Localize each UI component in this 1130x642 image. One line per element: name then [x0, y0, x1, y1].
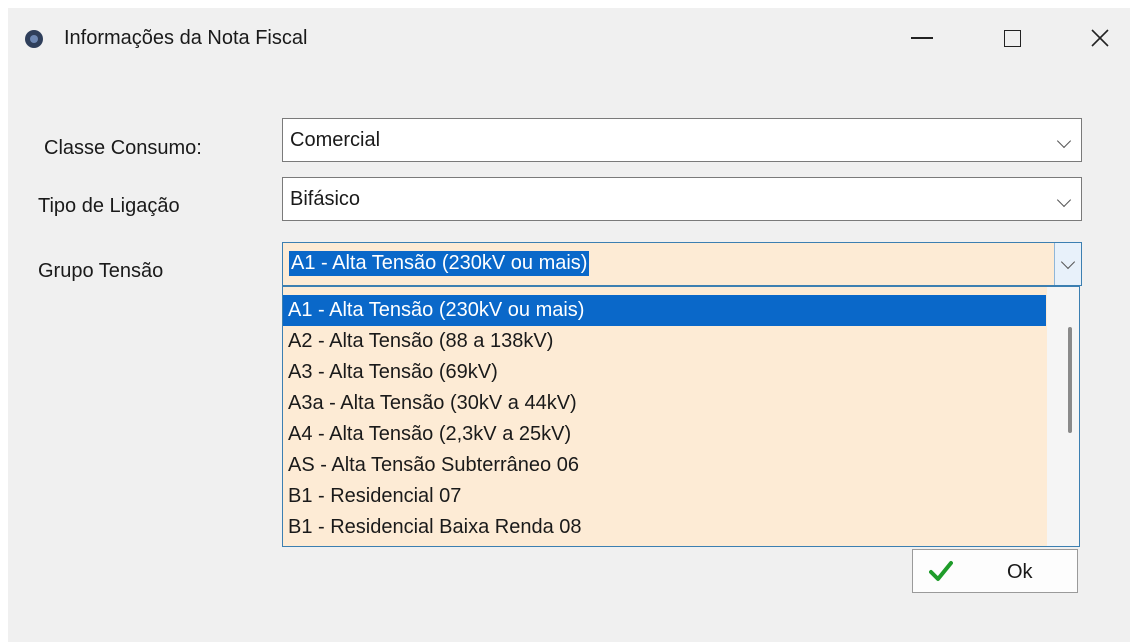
list-item[interactable]: A3 - Alta Tensão (69kV) — [283, 357, 1046, 388]
chevron-down-icon — [1056, 192, 1072, 208]
grupo-tensao-label: Grupo Tensão — [38, 260, 164, 282]
minimize-icon — [911, 37, 933, 39]
tipo-ligacao-label: Tipo de Ligação — [38, 195, 180, 217]
ok-button-label: Ok — [1007, 561, 1033, 583]
close-button[interactable] — [1078, 18, 1122, 58]
chevron-down-icon — [1056, 133, 1072, 149]
list-item[interactable]: A1 - Alta Tensão (230kV ou mais) — [283, 295, 1046, 326]
maximize-icon — [1003, 29, 1021, 47]
classe-consumo-select[interactable]: Comercial — [282, 118, 1082, 162]
ok-button[interactable]: Ok — [912, 549, 1078, 593]
tipo-ligacao-select[interactable]: Bifásico — [282, 177, 1082, 221]
close-icon — [1091, 29, 1109, 47]
chevron-down-icon — [1060, 254, 1076, 270]
list-item[interactable]: B1 - Residencial 07 — [283, 481, 1046, 512]
list-item[interactable]: A4 - Alta Tensão (2,3kV a 25kV) — [283, 419, 1046, 450]
window-title: Informações da Nota Fiscal — [64, 27, 308, 49]
classe-consumo-label: Classe Consumo: — [44, 137, 202, 159]
scrollbar-thumb[interactable] — [1068, 327, 1072, 433]
list-item[interactable]: A2 - Alta Tensão (88 a 138kV) — [283, 326, 1046, 357]
app-icon — [25, 30, 43, 48]
list-item[interactable]: B1 - Residencial Baixa Renda 08 — [283, 512, 1046, 543]
tipo-ligacao-value: Bifásico — [290, 188, 361, 210]
minimize-button[interactable] — [900, 18, 944, 58]
dialog-window: Informações da Nota Fiscal Classe Consum… — [8, 8, 1130, 642]
checkmark-icon — [929, 561, 953, 581]
maximize-button[interactable] — [990, 18, 1034, 58]
list-item[interactable]: AS - Alta Tensão Subterrâneo 06 — [283, 450, 1046, 481]
grupo-tensao-value: A1 - Alta Tensão (230kV ou mais) — [289, 251, 590, 276]
dropdown-scrollbar[interactable] — [1047, 287, 1079, 546]
title-bar[interactable]: Informações da Nota Fiscal — [8, 8, 1130, 68]
grupo-tensao-select[interactable]: A1 - Alta Tensão (230kV ou mais) — [282, 242, 1082, 286]
grupo-tensao-dropdown-list[interactable]: A1 - Alta Tensão (230kV ou mais) A2 - Al… — [282, 286, 1080, 547]
classe-consumo-value: Comercial — [290, 129, 381, 151]
list-item[interactable]: A3a - Alta Tensão (30kV a 44kV) — [283, 388, 1046, 419]
grupo-tensao-dropdown-button[interactable] — [1054, 243, 1081, 285]
